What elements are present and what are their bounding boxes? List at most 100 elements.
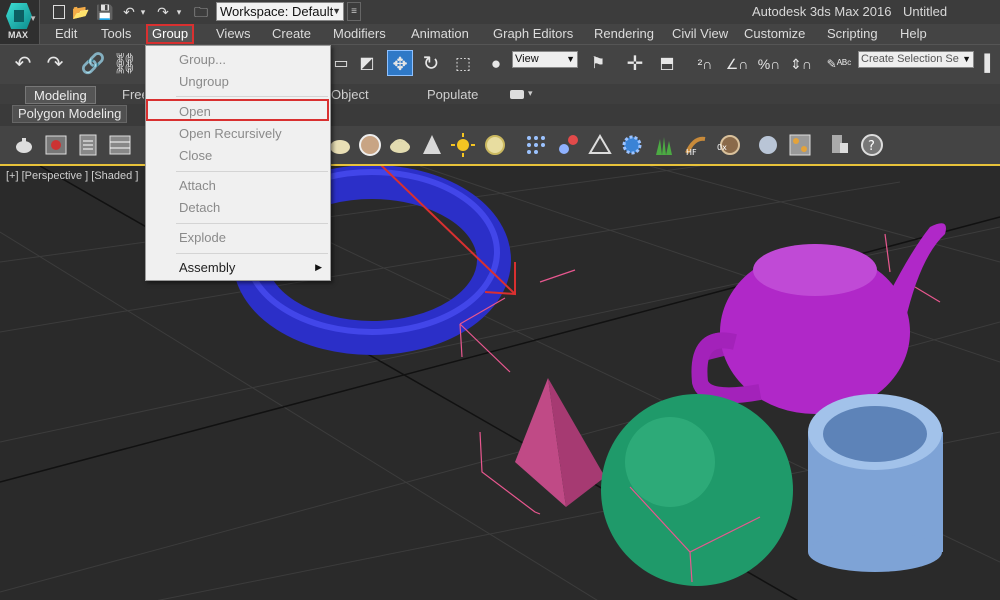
menu-item-ungroup[interactable]: Ungroup bbox=[179, 74, 229, 89]
chevron-down-icon: ▼ bbox=[29, 14, 37, 23]
help-icon[interactable]: ? bbox=[860, 133, 884, 157]
workspace-label: Workspace: Default bbox=[220, 4, 334, 19]
light-bulb-icon[interactable] bbox=[483, 133, 507, 157]
project-folder-icon[interactable]: 🗀 bbox=[192, 3, 210, 21]
group-menu-dropdown: Group... Ungroup Open Open Recursively C… bbox=[145, 45, 331, 281]
edit-named-selection-icon[interactable]: ✎ᴬᴮᶜ bbox=[826, 51, 852, 77]
svg-text:?: ? bbox=[868, 139, 875, 154]
pyramid-object[interactable] bbox=[515, 378, 605, 507]
chevron-down-icon[interactable]: ▾ bbox=[528, 88, 533, 99]
cloth-icon[interactable]: 0x bbox=[716, 133, 740, 157]
menu-item-detach[interactable]: Detach bbox=[179, 200, 220, 215]
menu-item-close[interactable]: Close bbox=[179, 148, 212, 163]
save-icon[interactable]: 💾 bbox=[96, 3, 114, 21]
select-region-icon[interactable]: ▭ bbox=[328, 51, 354, 77]
menu-separator bbox=[176, 96, 328, 97]
teapot-object[interactable] bbox=[691, 223, 946, 414]
sphere-map-icon[interactable] bbox=[358, 133, 382, 157]
chevron-down-icon: ▼ bbox=[566, 54, 575, 64]
menu-modifiers[interactable]: Modifiers bbox=[329, 24, 390, 44]
undo-dropdown-icon[interactable]: ▾ bbox=[134, 3, 152, 21]
svg-text:HF: HF bbox=[686, 148, 697, 157]
keyboard-shortcut-icon[interactable]: ⬒ bbox=[654, 51, 680, 77]
customize-qa-icon[interactable]: ≡ bbox=[347, 2, 361, 21]
mirror-icon[interactable]: ▌ bbox=[983, 51, 997, 77]
blob-icon[interactable] bbox=[328, 133, 352, 157]
tab-populate[interactable]: Populate bbox=[427, 86, 478, 104]
app-logo-button[interactable]: MAX ▼ bbox=[0, 0, 40, 44]
undo-icon[interactable]: ↶ bbox=[10, 51, 36, 77]
tab-object-paint[interactable]: Object Paint bbox=[331, 86, 387, 104]
menu-help[interactable]: Help bbox=[896, 24, 931, 44]
scene-explorer-icon[interactable] bbox=[76, 133, 100, 157]
material-editor-icon[interactable] bbox=[788, 133, 812, 157]
menu-item-assembly[interactable]: Assembly bbox=[179, 260, 235, 275]
menu-rendering[interactable]: Rendering bbox=[590, 24, 658, 44]
particle-grid-icon[interactable] bbox=[524, 133, 548, 157]
basket-icon[interactable] bbox=[388, 133, 412, 157]
menu-civil-view[interactable]: Civil View bbox=[668, 24, 732, 44]
menu-item-group[interactable]: Group... bbox=[179, 52, 226, 67]
sun-light-icon[interactable] bbox=[451, 133, 475, 157]
gear-icon[interactable] bbox=[620, 133, 644, 157]
menu-item-open-recursively[interactable]: Open Recursively bbox=[179, 126, 282, 141]
grass-icon[interactable] bbox=[652, 133, 676, 157]
app-logo-label: MAX bbox=[8, 30, 28, 40]
selection-set-placeholder: Create Selection Se bbox=[861, 53, 959, 65]
manipulate-icon[interactable]: ✛ bbox=[622, 51, 648, 77]
molecule-icon[interactable] bbox=[556, 133, 580, 157]
menu-animation[interactable]: Animation bbox=[407, 24, 473, 44]
polygon-modeling-panel[interactable]: Polygon Modeling bbox=[12, 105, 128, 123]
named-selection-set-field[interactable]: Create Selection Se ▼ bbox=[858, 51, 974, 68]
ribbon-minimize-toggle[interactable] bbox=[510, 90, 524, 99]
snaps-toggle-icon[interactable]: ²∩ bbox=[692, 51, 718, 77]
menu-item-attach[interactable]: Attach bbox=[179, 178, 216, 193]
menu-scripting[interactable]: Scripting bbox=[823, 24, 882, 44]
open-folder-icon[interactable]: 📂 bbox=[72, 3, 90, 21]
window-crossing-icon[interactable]: ◩ bbox=[354, 51, 380, 77]
menu-separator bbox=[176, 171, 328, 172]
scatter-icon[interactable] bbox=[588, 133, 612, 157]
render-setup-icon[interactable] bbox=[828, 133, 852, 157]
hair-fur-icon[interactable]: HF bbox=[684, 133, 708, 157]
chevron-down-icon: ▼ bbox=[960, 52, 971, 67]
new-file-icon[interactable] bbox=[50, 3, 68, 21]
document-title: Untitled bbox=[903, 4, 948, 19]
view-dropdown-label: View bbox=[515, 53, 539, 65]
menu-graph-editors[interactable]: Graph Editors bbox=[489, 24, 577, 44]
render-frame-icon[interactable] bbox=[44, 133, 68, 157]
place-object-icon[interactable]: ● bbox=[483, 51, 509, 77]
menu-create[interactable]: Create bbox=[268, 24, 315, 44]
teapot-icon[interactable] bbox=[12, 133, 36, 157]
workspace-dropdown[interactable]: Workspace: Default ▼ bbox=[216, 2, 344, 21]
tab-modeling[interactable]: Modeling bbox=[25, 86, 96, 104]
tab-freeform[interactable]: Freeform bbox=[122, 86, 144, 104]
layer-manager-icon[interactable] bbox=[108, 133, 132, 157]
viewport-label[interactable]: [+] [Perspective ] [Shaded ] bbox=[6, 170, 138, 182]
pivot-center-icon[interactable]: ⚑ bbox=[585, 51, 611, 77]
submenu-arrow-icon: ▶ bbox=[315, 262, 322, 272]
angle-snap-icon[interactable]: ∠∩ bbox=[724, 51, 750, 77]
menu-views[interactable]: Views bbox=[212, 24, 254, 44]
open-highlight-box bbox=[146, 99, 329, 121]
menu-item-explode[interactable]: Explode bbox=[179, 230, 226, 245]
menu-group[interactable]: Group bbox=[146, 24, 195, 44]
reference-coordinate-dropdown[interactable]: View ▼ bbox=[512, 51, 578, 68]
tube-object[interactable] bbox=[808, 394, 943, 572]
redo-icon[interactable]: ↷ bbox=[42, 51, 68, 77]
redo-dropdown-icon[interactable]: ▾ bbox=[170, 3, 188, 21]
link-icon[interactable]: 🔗 bbox=[80, 51, 106, 77]
spinner-snap-icon[interactable]: ⇕∩ bbox=[788, 51, 814, 77]
menu-separator bbox=[176, 223, 328, 224]
select-and-scale-icon[interactable]: ⬚ bbox=[450, 51, 476, 77]
unlink-icon[interactable]: ⛓ bbox=[112, 51, 138, 77]
menu-edit[interactable]: Edit bbox=[51, 24, 81, 44]
select-and-move-icon[interactable]: ✥ bbox=[387, 50, 413, 76]
menu-customize[interactable]: Customize bbox=[740, 24, 809, 44]
app-name: Autodesk 3ds Max 2016 bbox=[752, 4, 892, 19]
select-and-rotate-icon[interactable]: ↻ bbox=[418, 51, 444, 77]
material-sphere-icon[interactable] bbox=[756, 133, 780, 157]
percent-snap-icon[interactable]: %∩ bbox=[756, 51, 782, 77]
menu-tools[interactable]: Tools bbox=[97, 24, 135, 44]
cone-icon[interactable] bbox=[420, 133, 444, 157]
